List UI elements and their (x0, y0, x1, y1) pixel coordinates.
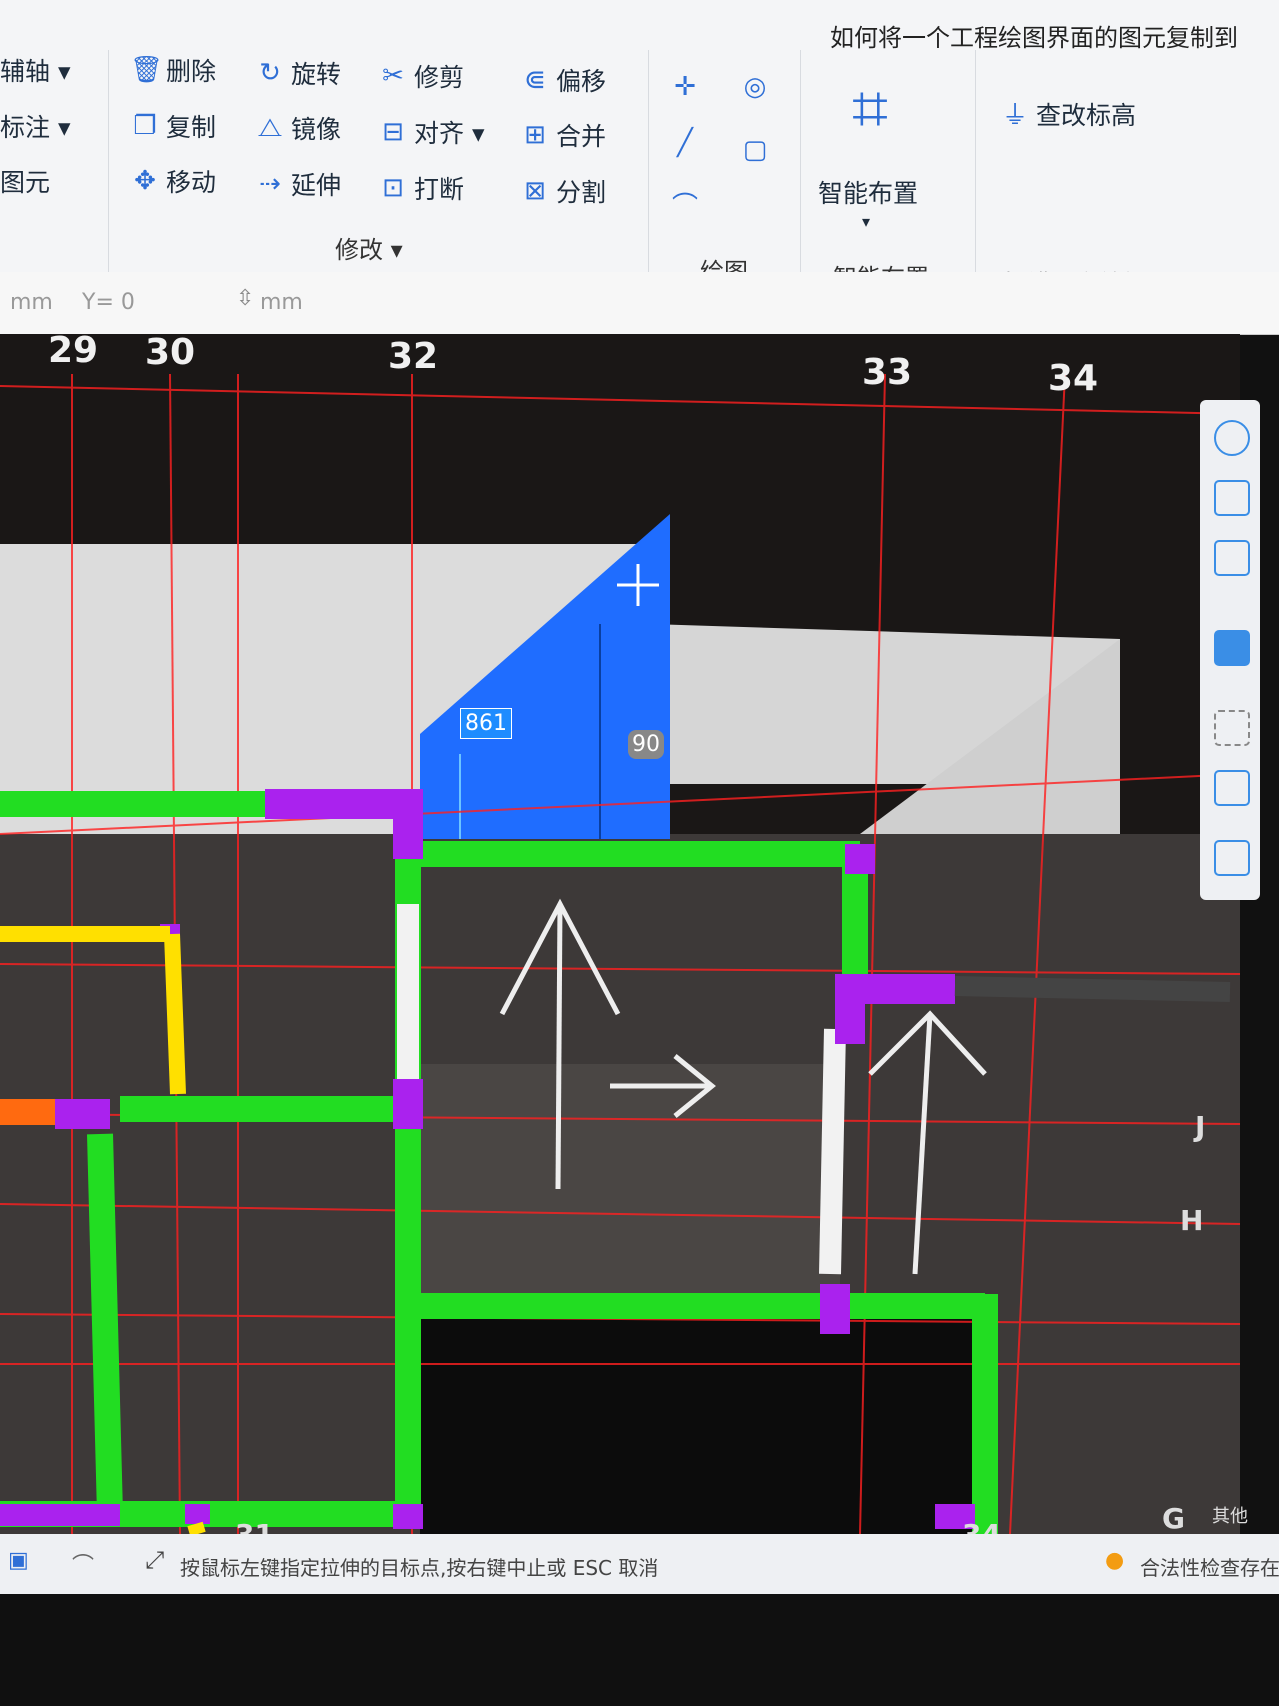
arc-icon: ⌒ (671, 192, 698, 222)
validity-check-status[interactable]: 合法性检查存在 (1140, 1552, 1279, 1581)
axis-label-h: H (1180, 1204, 1204, 1237)
delete-button[interactable]: 🗑 删除 (130, 52, 216, 88)
delete-icon: 🗑 (130, 55, 164, 85)
extend-button[interactable]: ⇢ 延伸 (255, 166, 341, 202)
mirror-icon: ⧍ (257, 112, 283, 143)
y-label: Y= 0 (82, 290, 135, 315)
axis-label-33: 33 (862, 352, 913, 393)
status-bar: ▣ ⌒ ⤢ 按鼠标左键指定拉伸的目标点,按右键中止或 ESC 取消 ● 合法性检… (0, 1534, 1279, 1594)
y-spinner[interactable]: ⇳ (236, 286, 254, 311)
y-input[interactable] (135, 280, 245, 320)
report-icon[interactable] (1214, 840, 1250, 876)
copy-icon: ❐ (133, 111, 157, 141)
break-icon: ⊡ (382, 173, 404, 203)
move-button[interactable]: ✥ 移动 (130, 163, 216, 199)
axis-label-j: J (1195, 1110, 1206, 1143)
auxiliary-axis-menu[interactable]: 辅轴 ▾ (0, 52, 71, 88)
dimension-tag-861[interactable]: 861 (460, 708, 512, 739)
screen-bezel (0, 1594, 1279, 1706)
offset-button[interactable]: ⋐ 偏移 (520, 62, 606, 98)
dimension-tag-90[interactable]: 90 (628, 730, 664, 759)
split-button[interactable]: ⊠ 分割 (520, 173, 606, 209)
void-area (420, 1304, 980, 1534)
smart-layout-dropdown[interactable]: ▾ (862, 212, 870, 231)
rectangle-tool[interactable]: ▢ (740, 135, 770, 165)
circle-icon: ◎ (743, 72, 767, 102)
offset-icon: ⋐ (524, 65, 546, 95)
solid-cube-icon[interactable] (1214, 630, 1250, 666)
axis-label-32: 32 (388, 336, 439, 377)
layer-icon[interactable] (1214, 770, 1250, 806)
arc-snap-icon[interactable]: ⌒ (72, 1548, 94, 1580)
axis-label-g: G (1162, 1502, 1185, 1534)
arc-tool[interactable]: ⌒ (670, 186, 700, 223)
smart-layout-icon: ⌗ (851, 72, 889, 146)
axis-label-34-bottom: 34 (962, 1518, 1001, 1534)
unit-label-2: mm (260, 290, 303, 315)
railing (954, 976, 1231, 1002)
3d-view-icon[interactable] (1214, 480, 1250, 516)
smart-layout-button[interactable]: ⌗ (835, 72, 905, 146)
other-toggle[interactable]: 其他 (1212, 1502, 1248, 1528)
cube-icon[interactable] (1214, 540, 1250, 576)
merge-icon: ⊞ (524, 120, 546, 150)
merge-button[interactable]: ⊞ 合并 (520, 117, 606, 153)
smart-layout-label[interactable]: 智能布置 (818, 174, 918, 210)
align-button[interactable]: ⊟ 对齐 ▾ (378, 114, 484, 150)
stretch-icon: ⤢ (145, 1546, 165, 1574)
line-tool[interactable]: ╱ (670, 128, 700, 158)
floor-plan[interactable] (0, 334, 1240, 1534)
point-icon: ✛ (674, 72, 696, 102)
elevation-icon: ⏚ (1001, 101, 1028, 131)
rotate-button[interactable]: ↻ 旋转 (255, 55, 341, 91)
axis-label-31: 31 (235, 1518, 274, 1534)
status-message: 按鼠标左键指定拉伸的目标点,按右键中止或 ESC 取消 (180, 1556, 659, 1580)
orbit-icon[interactable] (1214, 420, 1250, 456)
unit-label: mm (10, 290, 53, 315)
rotate-icon: ↻ (259, 58, 281, 88)
trim-button[interactable]: ✂ 修剪 (378, 58, 464, 94)
window-title: 如何将一个工程绘图界面的图元复制到 (830, 24, 1238, 52)
warning-icon: ● (1105, 1548, 1125, 1573)
axis-label-29: 29 (48, 334, 99, 371)
split-icon: ⊠ (524, 176, 546, 206)
annotation-menu[interactable]: 标注 ▾ (0, 108, 71, 144)
align-icon: ⊟ (382, 117, 404, 147)
line-icon: ╱ (677, 128, 693, 158)
move-icon: ✥ (134, 166, 156, 196)
snap-icon[interactable]: ▣ (8, 1548, 29, 1573)
elevation-edit-button[interactable]: ⏚ 查改标高 (1000, 95, 1136, 132)
drawing-canvas[interactable]: 29 30 32 33 34 J H G 31 34 861 90 (0, 334, 1240, 1534)
view-sidebar (1200, 400, 1260, 900)
copy-button[interactable]: ❐ 复制 (130, 108, 216, 144)
trim-icon: ✂ (382, 61, 404, 91)
point-tool[interactable]: ✛ (670, 72, 700, 102)
extend-icon: ⇢ (259, 169, 281, 199)
axis-label-30: 30 (145, 334, 196, 373)
coordinate-bar: mm Y= 0 ⇳ mm (0, 272, 1279, 335)
fit-view-icon[interactable] (1214, 710, 1250, 746)
break-button[interactable]: ⊡ 打断 (378, 170, 464, 206)
axis-label-34: 34 (1048, 358, 1099, 399)
element-menu[interactable]: 图元 (0, 163, 50, 199)
mirror-button[interactable]: ⧍ 镜像 (255, 110, 341, 146)
rectangle-icon: ▢ (742, 135, 768, 165)
modify-group-label[interactable]: 修改 ▾ (335, 230, 403, 265)
circle-tool[interactable]: ◎ (740, 72, 770, 102)
room-a (420, 1064, 840, 1304)
